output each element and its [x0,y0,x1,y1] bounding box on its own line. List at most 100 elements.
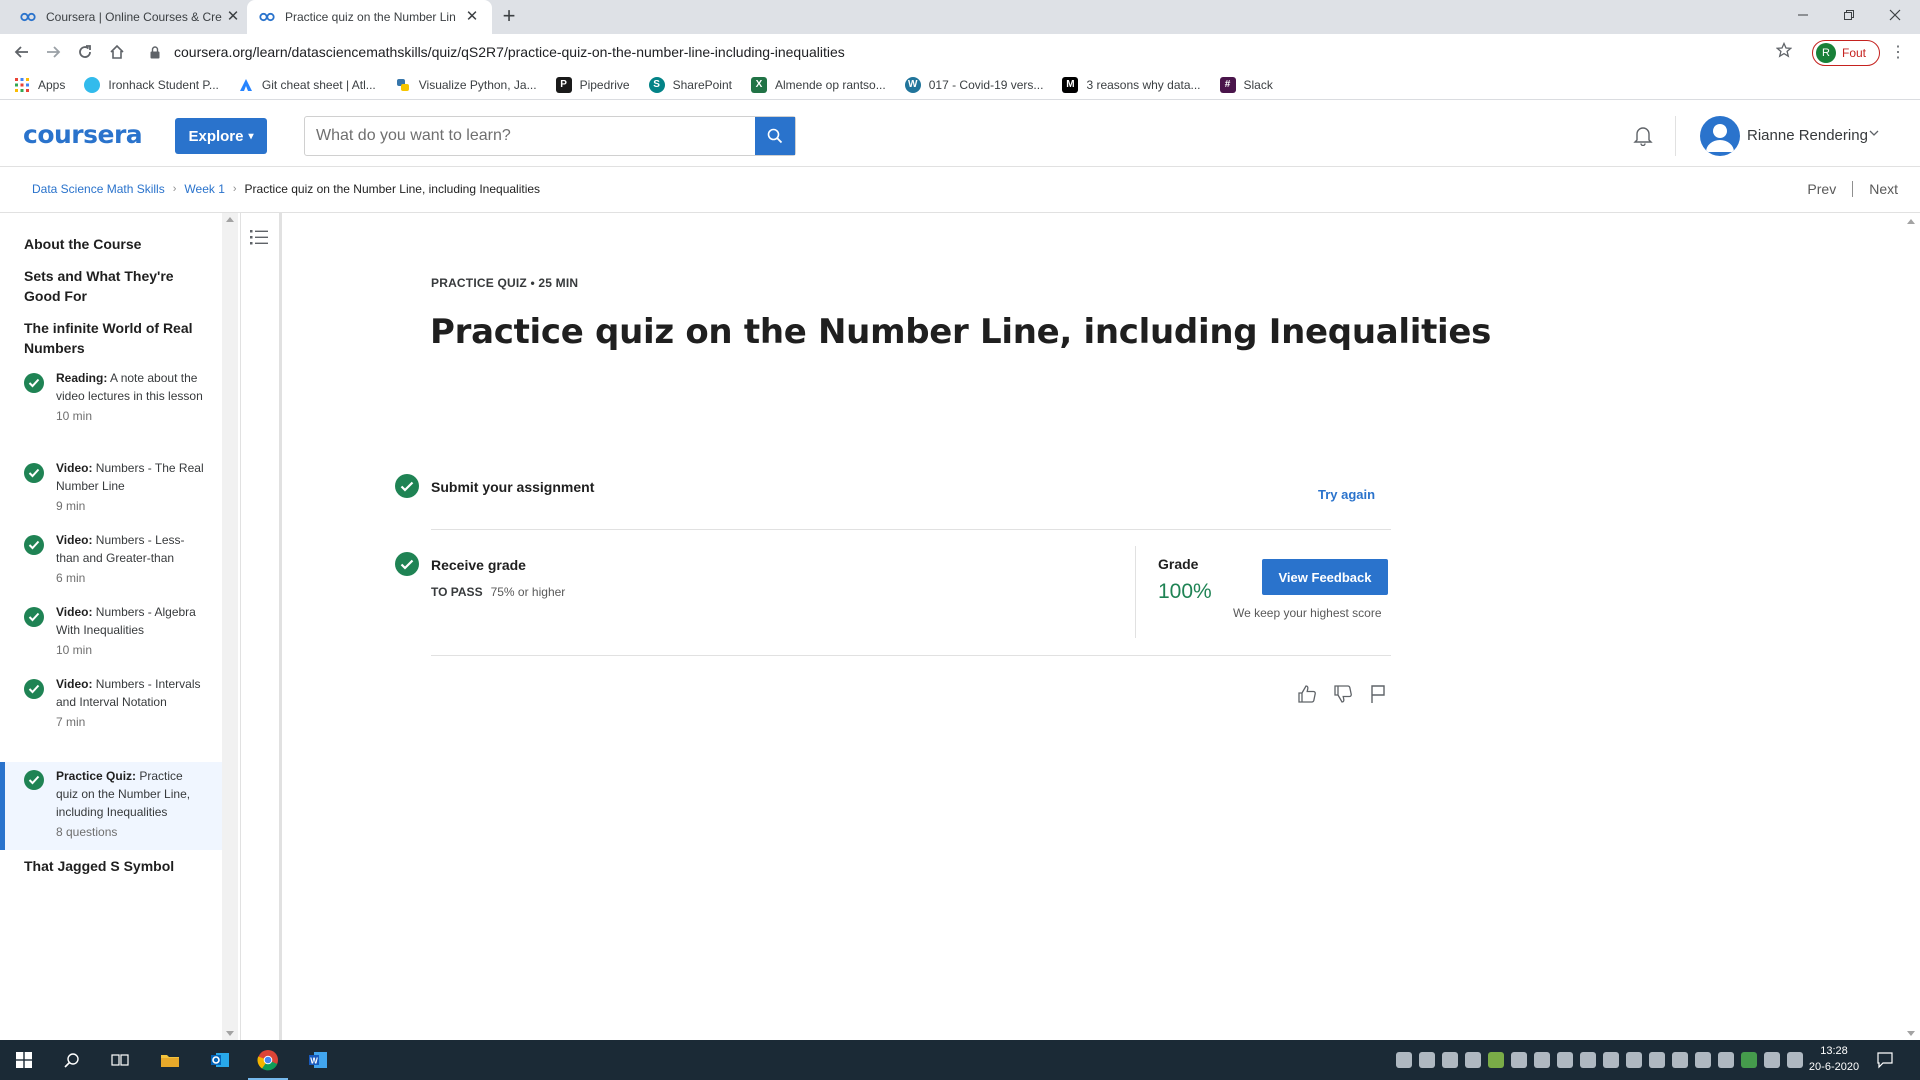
tray-app-icon[interactable] [1419,1052,1435,1068]
thumbs-up-icon[interactable] [1296,683,1318,710]
tray-app-icon[interactable] [1465,1052,1481,1068]
bookmark-label: 3 reasons why data... [1086,77,1201,92]
sidebar-item-algebra-inequalities[interactable]: Video: Numbers - Algebra With Inequaliti… [0,603,222,657]
flag-icon[interactable] [1368,683,1388,710]
tray-app-icon[interactable] [1534,1052,1550,1068]
scroll-down-icon[interactable] [1907,1031,1915,1036]
explore-button[interactable]: Explore ▾ [175,118,267,154]
tray-app-icon[interactable] [1511,1052,1527,1068]
course-outline-sidebar: About the Course Sets and What They're G… [0,213,222,1040]
bookmark-git-cheat-sheet[interactable]: Git cheat sheet | Atl... [238,77,376,93]
wordpress-icon: W [904,76,921,93]
thumbs-down-icon[interactable] [1332,683,1354,710]
breadcrumb-course[interactable]: Data Science Math Skills [32,182,165,196]
chrome-icon[interactable] [244,1040,292,1080]
back-icon[interactable] [8,38,36,66]
sidebar-item-interval-notation[interactable]: Video: Numbers - Intervals and Interval … [0,675,222,741]
scroll-up-icon[interactable] [226,217,234,222]
tray-app-icon[interactable] [1488,1052,1504,1068]
search-button[interactable] [755,117,795,155]
sidebar-section-jagged-s[interactable]: That Jagged S Symbol [24,856,209,876]
wifi-icon[interactable] [1764,1052,1780,1068]
tray-app-icon[interactable] [1741,1052,1757,1068]
tray-app-icon[interactable] [1672,1052,1688,1068]
scroll-down-icon[interactable] [226,1031,234,1036]
bookmark-3-reasons[interactable]: M 3 reasons why data... [1062,76,1201,93]
sidebar-section-about[interactable]: About the Course [24,234,209,254]
try-again-link[interactable]: Try again [1318,487,1375,502]
highest-score-note: We keep your highest score [1233,606,1382,620]
view-feedback-button[interactable]: View Feedback [1262,559,1388,595]
chevron-down-icon[interactable] [1868,126,1880,144]
notification-center-icon[interactable] [1876,1051,1894,1074]
close-tab-icon[interactable]: ✕ [225,9,241,25]
bookmark-label: Apps [38,77,66,92]
browser-menu-icon[interactable]: ⋮ [1890,42,1906,62]
tray-app-icon[interactable] [1603,1052,1619,1068]
breadcrumb-week[interactable]: Week 1 [184,182,224,196]
svg-text:W: W [310,1057,318,1066]
tray-app-icon[interactable] [1396,1052,1412,1068]
browser-tab-coursera-home[interactable]: Coursera | Online Courses & Cre ✕ [8,0,253,34]
home-icon[interactable] [103,38,131,66]
word-icon[interactable]: W [294,1040,342,1080]
minimize-window-icon[interactable] [1780,0,1826,30]
sidebar-item-less-greater[interactable]: Video: Numbers - Less-than and Greater-t… [0,531,222,585]
sidebar-item-reading-note[interactable]: Reading: A note about the video lectures… [0,369,222,435]
volume-icon[interactable] [1718,1052,1734,1068]
search-box [304,116,796,156]
tray-app-icon[interactable] [1580,1052,1596,1068]
outlook-icon[interactable] [196,1040,244,1080]
search-input[interactable] [305,117,755,155]
grade-label: Grade [1158,556,1199,572]
battery-icon[interactable] [1787,1052,1803,1068]
coursera-logo[interactable]: coursera [23,120,143,149]
tray-app-icon[interactable] [1442,1052,1458,1068]
task-view-icon[interactable] [96,1040,144,1080]
bookmark-apps[interactable]: Apps [14,77,65,93]
sidebar-item-practice-quiz[interactable]: Practice Quiz: Practice quiz on the Numb… [0,762,222,850]
bookmark-ironhack[interactable]: Ironhack Student P... [84,76,219,93]
prev-link[interactable]: Prev [1807,181,1836,197]
restore-window-icon[interactable] [1826,0,1872,30]
new-tab-button[interactable]: + [497,5,521,29]
close-tab-icon[interactable]: ✕ [464,9,480,25]
page-scrollbar[interactable] [1902,213,1920,1040]
user-avatar[interactable] [1700,116,1740,156]
scroll-up-icon[interactable] [1907,219,1915,224]
sidebar-item-text: Video: Numbers - Less-than and Greater-t… [56,531,206,587]
user-name[interactable]: Rianne Rendering [1747,127,1868,144]
sidebar-item-real-number-line[interactable]: Video: Numbers - The Real Number Line 9 … [0,459,222,513]
bookmark-visualize-python[interactable]: Visualize Python, Ja... [395,77,537,93]
bookmark-slack[interactable]: # Slack [1219,76,1273,93]
profile-avatar: R [1816,43,1836,63]
bookmark-sharepoint[interactable]: S SharePoint [648,76,732,93]
tray-app-icon[interactable] [1695,1052,1711,1068]
bookmark-star-icon[interactable] [1775,41,1793,63]
file-explorer-icon[interactable] [146,1040,194,1080]
tray-app-icon[interactable] [1626,1052,1642,1068]
forward-icon[interactable] [39,38,67,66]
bluetooth-icon[interactable] [1557,1052,1573,1068]
next-link[interactable]: Next [1869,181,1898,197]
list-toggle-icon[interactable] [249,227,271,249]
sidebar-scrollbar[interactable] [222,213,238,1040]
close-window-icon[interactable] [1872,0,1918,30]
bookmark-pipedrive[interactable]: P Pipedrive [555,76,630,93]
address-bar[interactable]: coursera.org/learn/datasciencemathskills… [140,38,1794,66]
header-divider [1675,116,1676,156]
bookmark-label: Git cheat sheet | Atl... [261,77,376,92]
sidebar-section-real-numbers[interactable]: The infinite World of Real Numbers [24,318,209,358]
bookmark-almende[interactable]: X Almende op rantso... [750,76,886,93]
receive-grade-label: Receive grade [431,557,526,573]
sidebar-section-sets[interactable]: Sets and What They're Good For [24,266,209,306]
search-icon[interactable] [48,1040,96,1080]
browser-tab-practice-quiz[interactable]: Practice quiz on the Number Lin ✕ [247,0,492,34]
reload-icon[interactable] [71,38,99,66]
windows-start-icon[interactable] [0,1040,48,1080]
bookmark-covid[interactable]: W 017 - Covid-19 vers... [904,76,1043,93]
taskbar-clock[interactable]: 13:28 20-6-2020 [1806,1043,1862,1075]
profile-button[interactable]: R Fout [1812,40,1880,66]
notifications-bell-icon[interactable] [1632,124,1654,151]
tray-app-icon[interactable] [1649,1052,1665,1068]
